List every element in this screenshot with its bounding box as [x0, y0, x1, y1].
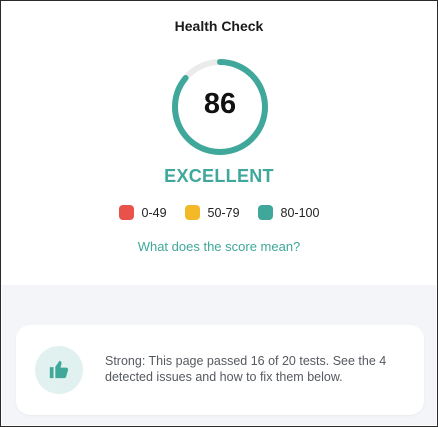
- legend-label: 0-49: [141, 205, 167, 220]
- summary-card: Strong: This page passed 16 of 20 tests.…: [16, 325, 424, 415]
- legend-item-low: 0-49: [118, 205, 167, 220]
- score-meaning-link[interactable]: What does the score mean?: [1, 239, 437, 254]
- legend-label: 50-79: [207, 205, 240, 220]
- thumbs-up-icon: [49, 360, 69, 379]
- legend-swatch-yellow: [184, 205, 200, 220]
- legend-item-high: 80-100: [257, 205, 320, 220]
- legend-swatch-red: [118, 205, 134, 220]
- summary-message: Strong: This page passed 16 of 20 tests.…: [105, 354, 387, 384]
- health-check-panel: Health Check 86 EXCELLENT 0-49 50-79 80-…: [0, 0, 438, 427]
- legend-swatch-green: [257, 205, 273, 220]
- legend-item-medium: 50-79: [184, 205, 240, 220]
- score-value: 86: [203, 88, 237, 120]
- legend-label: 80-100: [280, 205, 320, 220]
- summary-section: Strong: This page passed 16 of 20 tests.…: [2, 285, 436, 425]
- panel-title: Health Check: [174, 18, 264, 34]
- score-gauge: 86: [171, 58, 269, 156]
- thumbs-up-badge: [35, 346, 83, 394]
- score-rating: EXCELLENT: [164, 166, 274, 186]
- score-legend: 0-49 50-79 80-100: [1, 205, 437, 220]
